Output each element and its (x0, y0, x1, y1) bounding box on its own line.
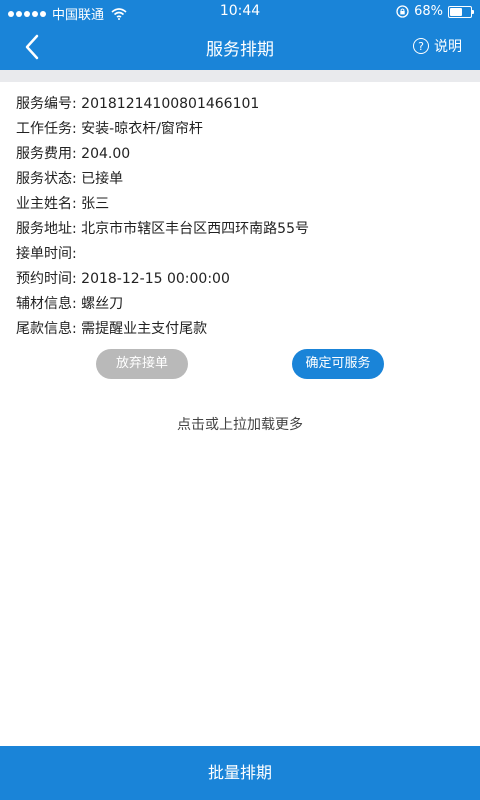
field-work-task: 工作任务: 安装-晾衣杆/窗帘杆 (16, 121, 203, 137)
field-owner-name: 业主姓名: 张三 (16, 196, 110, 212)
battery-percent: 68% (414, 4, 443, 19)
orientation-lock-icon (396, 5, 409, 18)
field-balance-info: 尾款信息: 需提醒业主支付尾款 (16, 321, 208, 337)
field-accept-time: 接单时间: (16, 246, 77, 262)
field-service-status: 服务状态: 已接单 (16, 171, 124, 187)
section-divider (0, 70, 480, 82)
field-appointment-time: 预约时间: 2018-12-15 00:00:00 (16, 271, 230, 287)
battery-icon (448, 5, 474, 18)
confirm-service-button[interactable]: 确定可服务 (292, 349, 384, 379)
order-details: 服务编号: 20181214100801466101 工作任务: 安装-晾衣杆/… (16, 92, 470, 342)
nav-bar: 服务排期 ? 说明 (0, 24, 480, 70)
field-service-fee: 服务费用: 204.00 (16, 146, 131, 162)
page-title: 服务排期 (206, 40, 274, 60)
load-more-link[interactable]: 点击或上拉加载更多 (0, 414, 480, 434)
question-circle-icon: ? (413, 38, 429, 54)
status-bar: 中国联通 10:44 68% (0, 0, 480, 24)
help-button[interactable]: ? 说明 (413, 36, 462, 56)
abandon-order-button[interactable]: 放弃接单 (96, 349, 188, 379)
field-service-address: 服务地址: 北京市市辖区丰台区西四环南路55号 (16, 221, 309, 237)
status-right: 68% (396, 4, 474, 19)
top-bar: 中国联通 10:44 68% 服务排期 ? 说明 (0, 0, 480, 70)
field-materials: 辅材信息: 螺丝刀 (16, 296, 124, 312)
batch-schedule-button[interactable]: 批量排期 (0, 746, 480, 800)
help-label: 说明 (434, 39, 462, 55)
screen: 中国联通 10:44 68% 服务排期 ? 说明 服务编号: 201812141… (0, 0, 480, 800)
field-service-number: 服务编号: 20181214100801466101 (16, 96, 260, 112)
